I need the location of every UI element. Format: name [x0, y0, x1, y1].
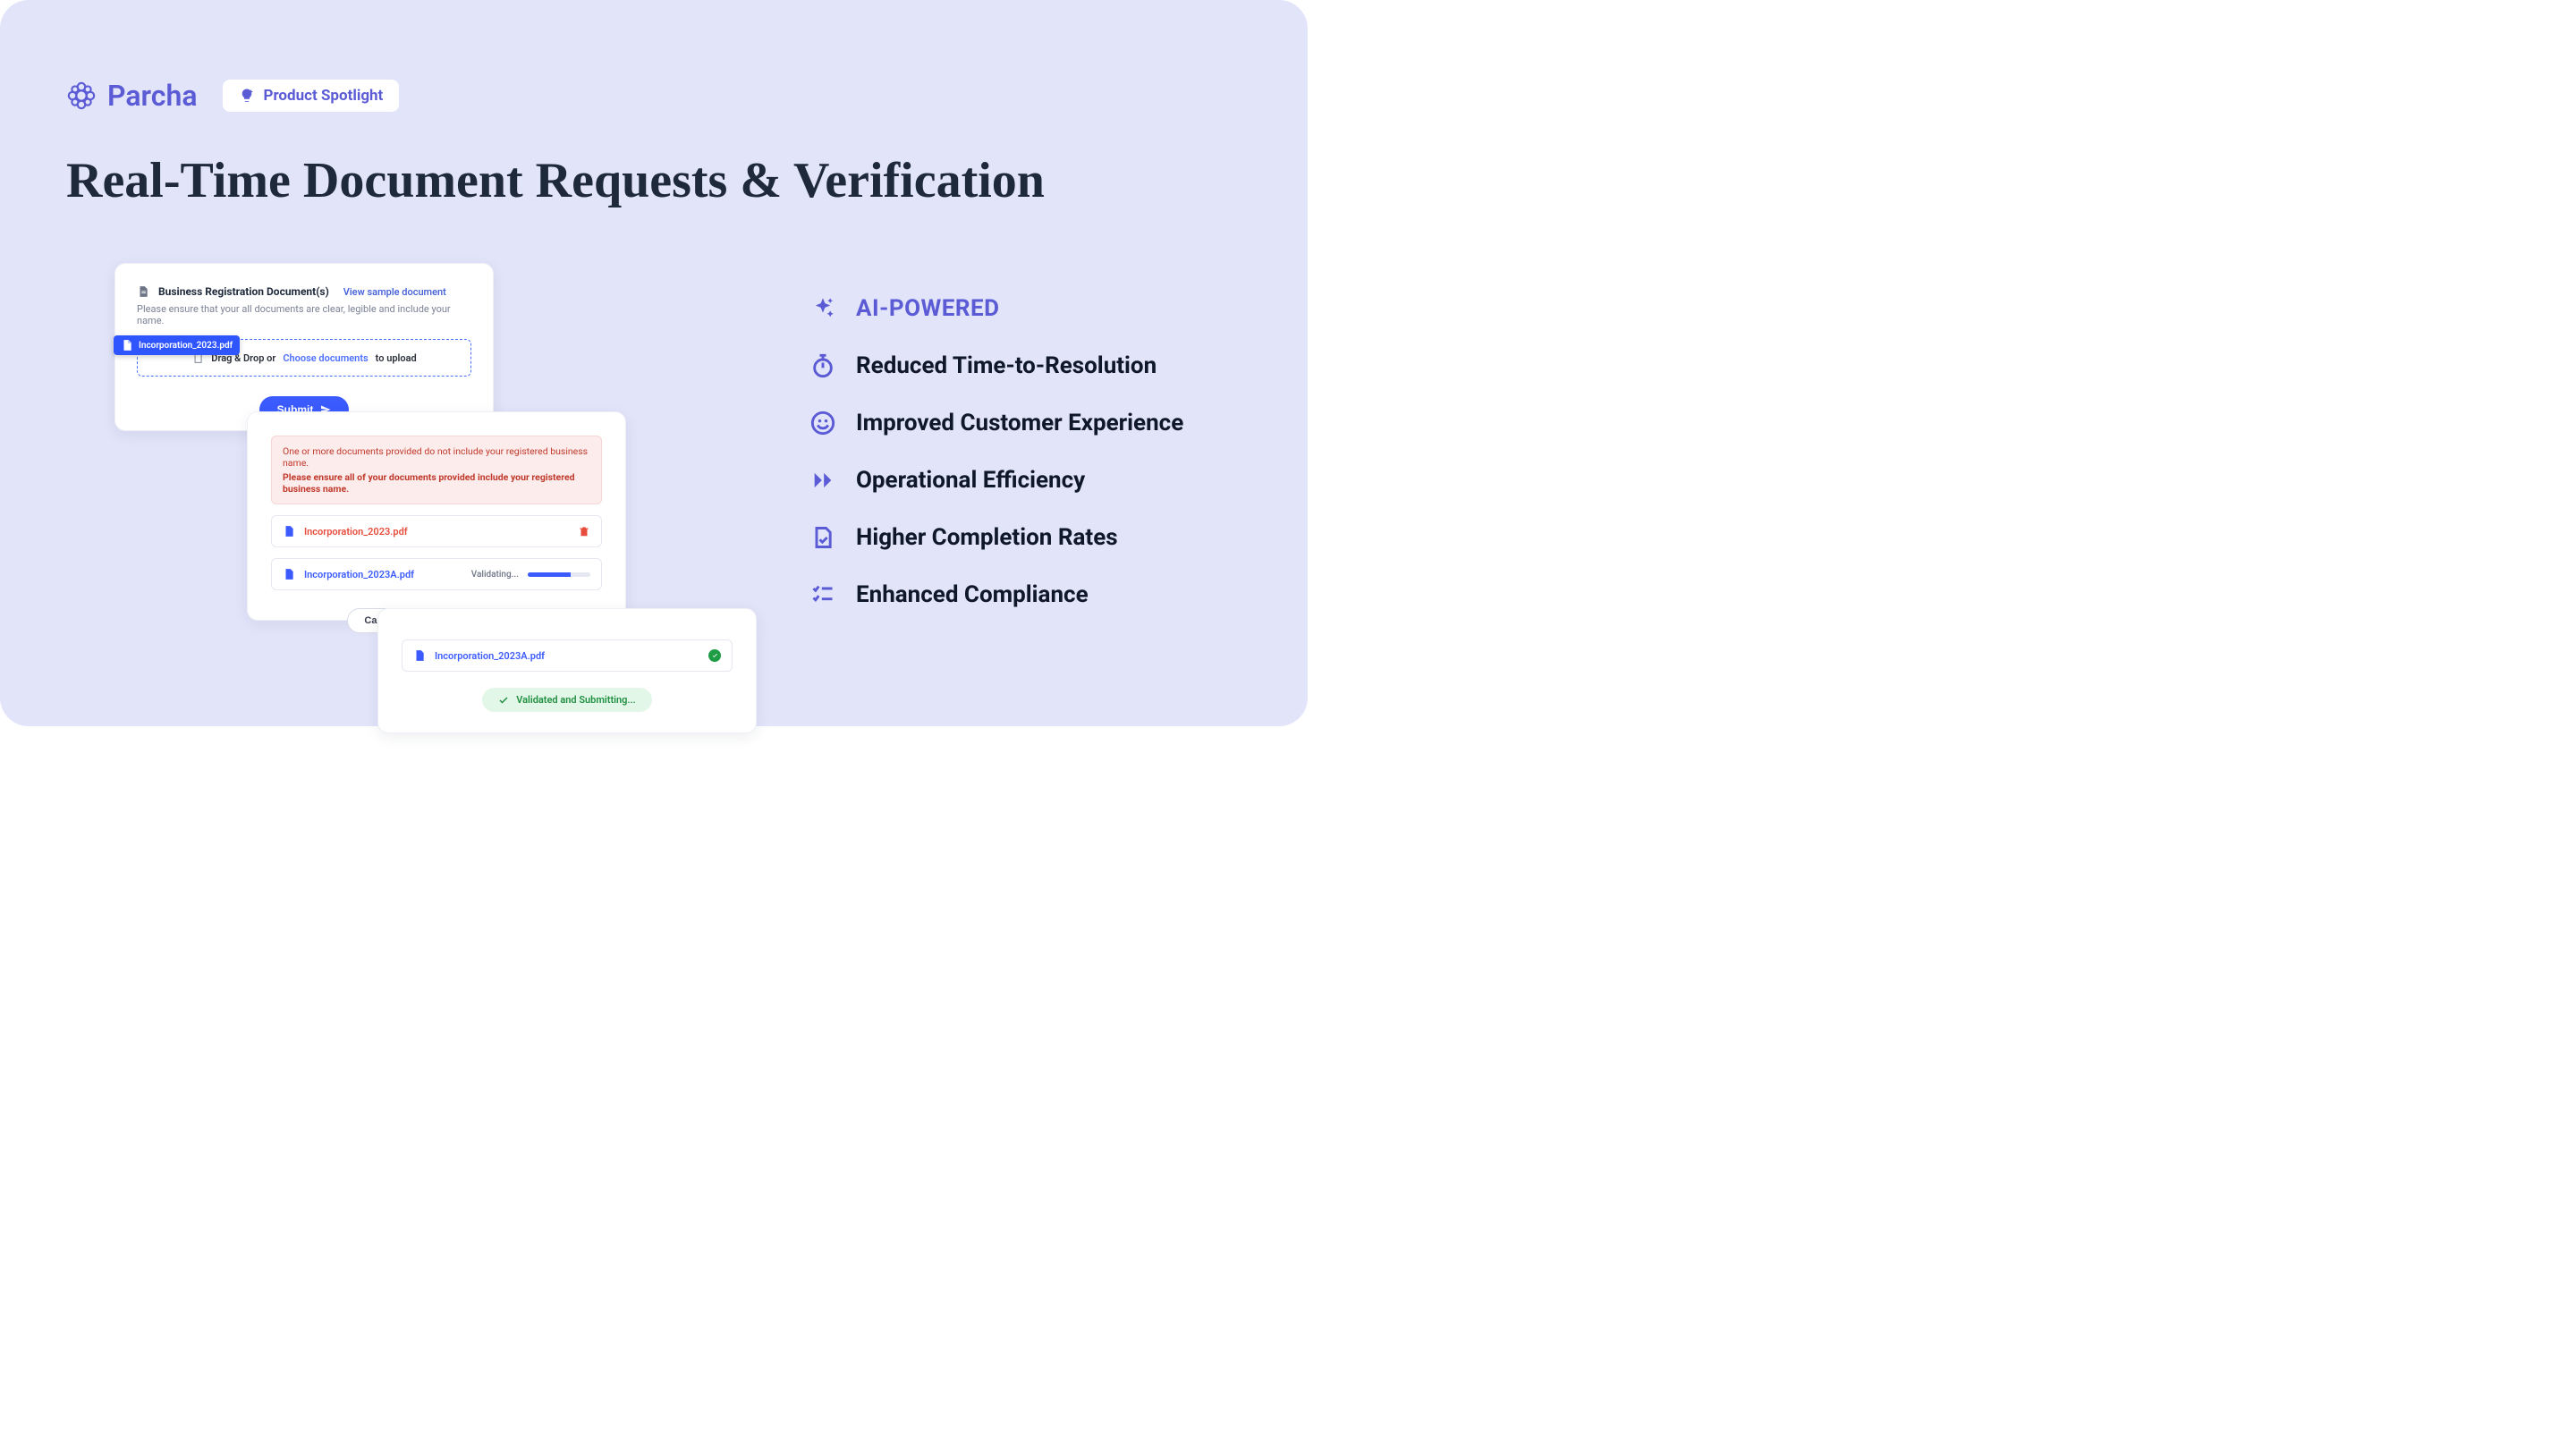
validating-label: Validating... [471, 570, 519, 580]
drag-text-suffix: to upload [376, 352, 417, 364]
chip-filename: Incorporation_2023.pdf [139, 341, 233, 351]
success-status: Validated and Submitting... [482, 688, 652, 712]
alert-line1: One or more documents provided do not in… [283, 445, 588, 469]
progress-bar [528, 572, 590, 577]
feature-label: Enhanced Compliance [856, 581, 1089, 608]
file-row-error: Incorporation_2023.pdf [271, 515, 602, 547]
validation-card: One or more documents provided do not in… [247, 411, 626, 621]
feature-label: Higher Completion Rates [856, 524, 1118, 551]
error-alert: One or more documents provided do not in… [271, 436, 602, 504]
fast-forward-icon [809, 468, 836, 493]
page-title: Real-Time Document Requests & Verificati… [66, 152, 1045, 209]
feature-cx: Improved Customer Experience [809, 410, 1239, 436]
file-icon [121, 339, 133, 351]
check-badge-icon [708, 649, 721, 662]
file-icon [283, 525, 295, 538]
file-icon [283, 568, 295, 580]
canvas: Parcha Product Spotlight Real-Time Docum… [0, 0, 1308, 726]
feature-label: Improved Customer Experience [856, 410, 1183, 436]
brand-name: Parcha [107, 79, 198, 113]
feature-label: AI-POWERED [856, 295, 1000, 322]
success-label: Validated and Submitting... [516, 694, 636, 706]
file-row-validating: Incorporation_2023A.pdf Validating... [271, 558, 602, 590]
sample-link[interactable]: View sample document [343, 286, 446, 298]
cards-stage: Incorporation_2023.pdf Business Registra… [57, 259, 764, 724]
feature-ai: AI-POWERED [809, 295, 1239, 322]
feature-ops: Operational Efficiency [809, 467, 1239, 494]
check-icon [498, 695, 509, 706]
stopwatch-icon [809, 353, 836, 378]
file-row-success: Incorporation_2023A.pdf [402, 639, 733, 672]
delete-icon[interactable] [578, 525, 590, 538]
choose-link[interactable]: Choose documents [283, 352, 368, 364]
spotlight-label: Product Spotlight [264, 87, 384, 105]
feature-time: Reduced Time-to-Resolution [809, 352, 1239, 379]
dragging-file-chip[interactable]: Incorporation_2023.pdf [114, 335, 240, 355]
document-check-icon [809, 525, 836, 550]
header: Parcha Product Spotlight [66, 79, 399, 113]
feature-completion: Higher Completion Rates [809, 524, 1239, 551]
success-card: Incorporation_2023A.pdf Validated and Su… [377, 608, 757, 733]
feature-compliance: Enhanced Compliance [809, 581, 1239, 608]
file-name-success: Incorporation_2023A.pdf [435, 650, 545, 662]
sparkle-icon [809, 296, 836, 321]
spotlight-badge: Product Spotlight [223, 80, 400, 112]
feature-label: Operational Efficiency [856, 467, 1085, 494]
checklist-icon [809, 582, 836, 607]
smile-icon [809, 411, 836, 436]
alert-line2: Please ensure all of your documents prov… [283, 471, 590, 495]
file-icon [413, 649, 426, 662]
upload-heading: Business Registration Document(s) [158, 285, 329, 298]
document-icon [137, 285, 149, 298]
lightbulb-icon [239, 88, 255, 104]
file-name-validating: Incorporation_2023A.pdf [304, 569, 414, 580]
feature-label: Reduced Time-to-Resolution [856, 352, 1157, 379]
brand-logo: Parcha [66, 79, 198, 113]
upload-heading-row: Business Registration Document(s) View s… [137, 285, 471, 298]
parcha-logo-icon [66, 80, 97, 111]
features-list: AI-POWERED Reduced Time-to-Resolution Im… [809, 295, 1239, 639]
upload-note: Please ensure that your all documents ar… [137, 303, 471, 326]
file-name-error: Incorporation_2023.pdf [304, 526, 408, 538]
upload-card: Incorporation_2023.pdf Business Registra… [114, 263, 494, 431]
